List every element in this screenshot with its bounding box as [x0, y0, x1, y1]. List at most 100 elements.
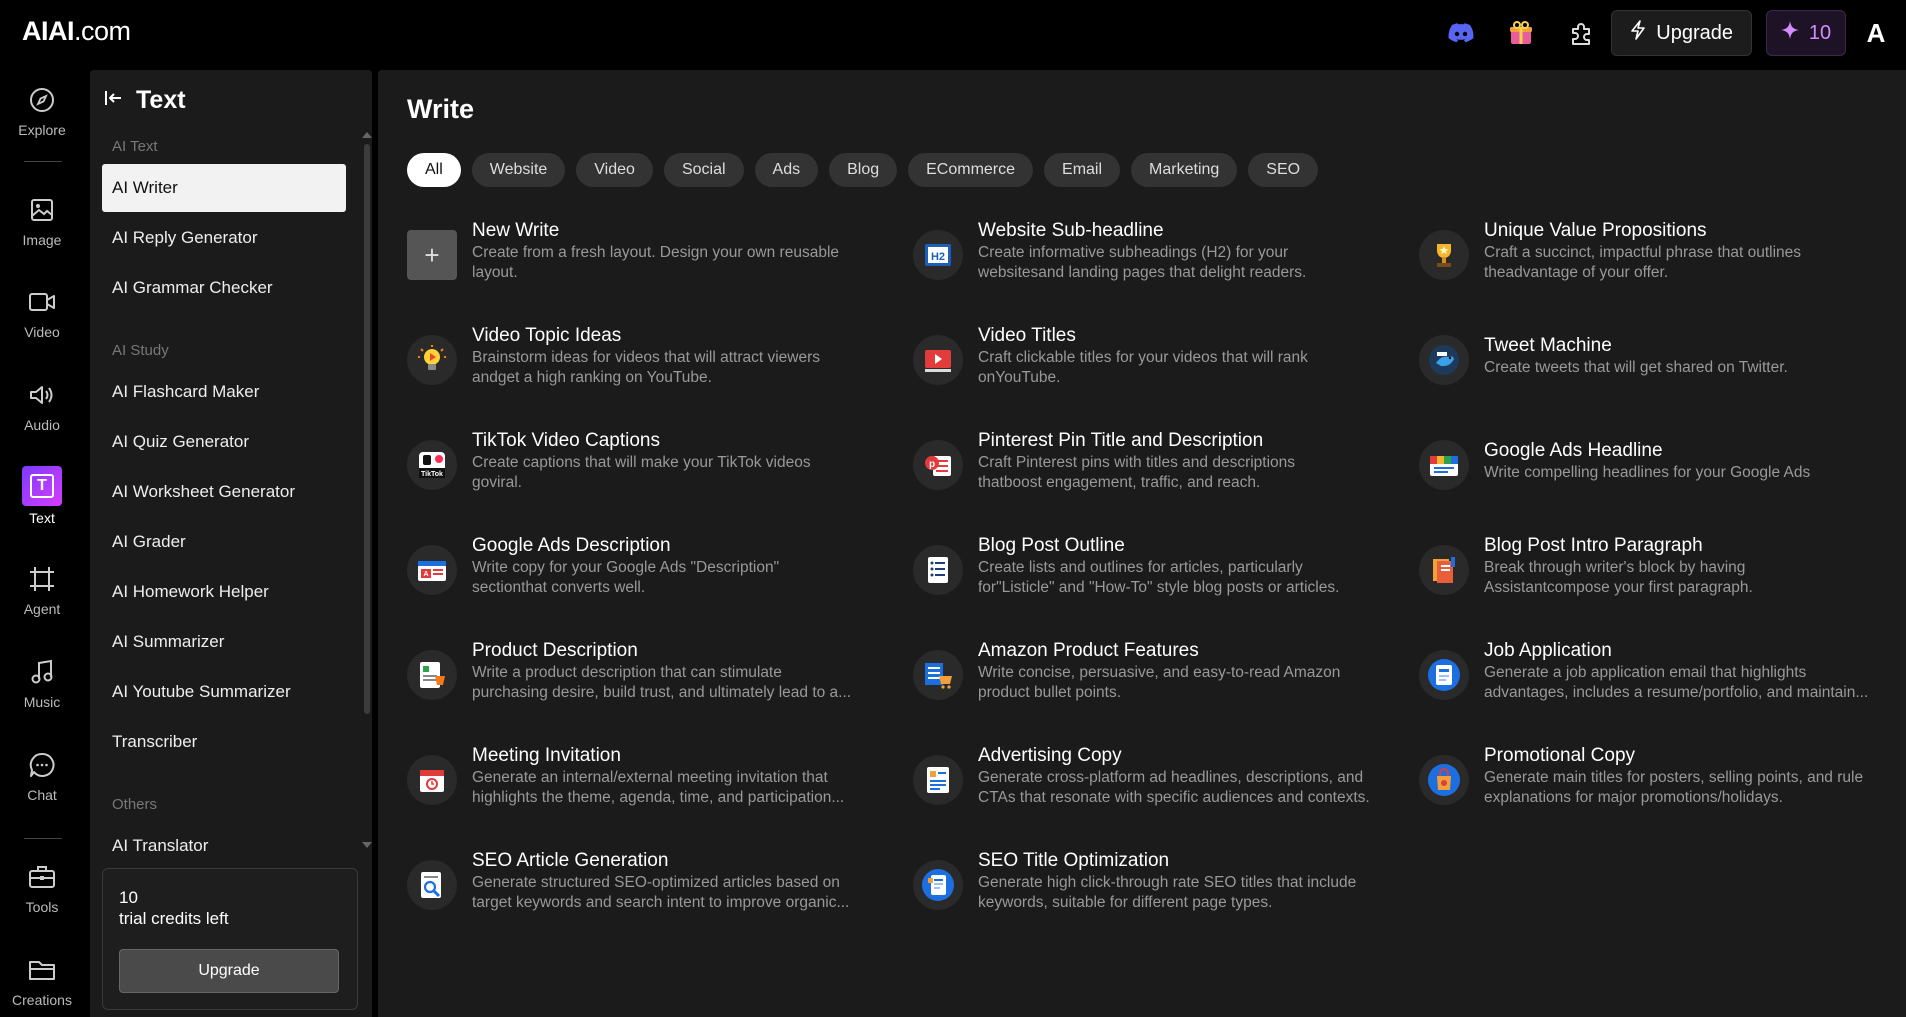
chip-all[interactable]: All	[407, 153, 461, 187]
template-card[interactable]: SEO Title Optimization Generate high cli…	[913, 850, 1413, 940]
template-card[interactable]: Blog Post Intro Paragraph Break through …	[1419, 535, 1906, 625]
svg-text:A: A	[423, 571, 428, 578]
template-card[interactable]: + New Write Create from a fresh layout. …	[407, 220, 907, 310]
scroll-down-arrow-icon[interactable]	[362, 842, 372, 848]
gift-icon[interactable]	[1491, 9, 1551, 57]
template-card[interactable]: Promotional Copy Generate main titles fo…	[1419, 745, 1906, 835]
card-description: goviral.	[472, 474, 522, 491]
rail-item-tools[interactable]: Tools	[0, 861, 84, 915]
chip-ecommerce[interactable]: ECommerce	[908, 153, 1034, 187]
panel-item-ai-flashcard-maker[interactable]: AI Flashcard Maker	[102, 368, 346, 416]
chip-seo[interactable]: SEO	[1248, 153, 1319, 187]
discord-icon[interactable]	[1431, 9, 1491, 57]
credits-button[interactable]: 10	[1766, 10, 1846, 56]
scroll-up-arrow-icon[interactable]	[362, 132, 372, 138]
template-card[interactable]: Video Titles Craft clickable titles for …	[913, 325, 1413, 415]
panel-item-ai-translator[interactable]: AI Translator	[102, 822, 346, 870]
chip-social[interactable]: Social	[663, 153, 744, 187]
template-card[interactable]: Product Description Write a product desc…	[407, 640, 907, 730]
avatar-letter: A	[1866, 17, 1886, 48]
trial-credit-text: trial credits left	[119, 909, 229, 928]
template-card[interactable]: Advertising Copy Generate cross-platform…	[913, 745, 1413, 835]
card-description: Create tweets that will get shared on Tw…	[1484, 359, 1788, 376]
rail-item-audio[interactable]: Audio	[0, 379, 84, 433]
template-card[interactable]: Unique Value Propositions Craft a succin…	[1419, 220, 1906, 310]
rail-item-video[interactable]: Video	[0, 286, 84, 340]
card-title: Google Ads Description	[472, 535, 671, 556]
card-title: Promotional Copy	[1484, 745, 1636, 766]
panel-item-ai-worksheet-generator[interactable]: AI Worksheet Generator	[102, 468, 346, 516]
template-card[interactable]: p Pinterest Pin Title and Description Cr…	[913, 430, 1413, 520]
panel-item-ai-youtube-summarizer[interactable]: AI Youtube Summarizer	[102, 668, 346, 716]
rail-item-explore[interactable]: Explore	[0, 84, 84, 138]
avatar[interactable]: A	[1846, 18, 1906, 49]
chip-video[interactable]: Video	[576, 153, 653, 187]
seo-doc-icon	[913, 860, 963, 910]
rail-item-agent[interactable]: Agent	[0, 563, 84, 617]
svg-text:p: p	[929, 459, 935, 470]
card-description: Create captions that will make your TikT…	[472, 454, 811, 471]
card-title: SEO Article Generation	[472, 850, 669, 871]
rail-item-image[interactable]: Image	[0, 194, 84, 248]
panel-upgrade-button[interactable]: Upgrade	[119, 949, 339, 993]
panel-item-transcriber[interactable]: Transcriber	[102, 718, 346, 766]
video-player-icon	[913, 335, 963, 385]
template-card[interactable]: A Google Ads Description Write copy for …	[407, 535, 907, 625]
template-card[interactable]: Meeting Invitation Generate an internal/…	[407, 745, 907, 835]
logo-suffix: .com	[74, 16, 131, 46]
chip-email[interactable]: Email	[1044, 153, 1121, 187]
chip-marketing[interactable]: Marketing	[1131, 153, 1238, 187]
chip-website[interactable]: Website	[471, 153, 566, 187]
trophy-icon	[1419, 230, 1469, 280]
panel-scrollbar[interactable]	[364, 144, 370, 714]
template-card[interactable]: Blog Post Outline Create lists and outli…	[913, 535, 1413, 625]
card-title: New Write	[472, 220, 560, 241]
collapse-panel-icon[interactable]	[104, 88, 124, 113]
template-card[interactable]: Tweet Machine Create tweets that will ge…	[1419, 325, 1906, 415]
rail-item-creations[interactable]: Creations	[0, 954, 84, 1008]
site-logo[interactable]: AIAI.com	[22, 16, 131, 47]
card-description: sectionthat converts well.	[472, 579, 646, 596]
card-title: TikTok Video Captions	[472, 430, 660, 451]
template-card[interactable]: SEO Article Generation Generate structur…	[407, 850, 907, 940]
card-description: layout.	[472, 264, 518, 281]
puzzle-icon[interactable]	[1551, 9, 1611, 57]
ads-headline-icon	[1419, 440, 1469, 490]
rail-label: Explore	[18, 122, 66, 138]
template-card[interactable]: H2 Website Sub-headline Create informati…	[913, 220, 1413, 310]
template-card[interactable]: Job Application Generate a job applicati…	[1419, 640, 1906, 730]
template-card[interactable]: Google Ads Headline Write compelling hea…	[1419, 430, 1906, 520]
card-description: purchasing desire, build trust, and ulti…	[472, 684, 852, 701]
card-description: highlights the theme, agenda, time, and …	[472, 789, 845, 806]
card-title: Video Topic Ideas	[472, 325, 622, 346]
rail-divider	[24, 838, 62, 839]
card-title: Blog Post Outline	[978, 535, 1125, 556]
trial-credit-count: 10	[119, 888, 138, 907]
plus-icon: +	[407, 230, 457, 280]
template-card[interactable]: Video Topic Ideas Brainstorm ideas for v…	[407, 325, 907, 415]
panel-item-ai-grammar-checker[interactable]: AI Grammar Checker	[102, 264, 346, 312]
template-card[interactable]: TikTok TikTok Video Captions Create capt…	[407, 430, 907, 520]
section-label-ai-study: AI Study	[112, 342, 169, 359]
panel-item-ai-reply-generator[interactable]: AI Reply Generator	[102, 214, 346, 262]
main-content: Write All Website Video Social Ads Blog …	[378, 70, 1906, 1017]
panel-item-ai-summarizer[interactable]: AI Summarizer	[102, 618, 346, 666]
rail-item-text[interactable]: T Text	[0, 466, 84, 526]
rail-item-music[interactable]: Music	[0, 656, 84, 710]
template-card[interactable]: Amazon Product Features Write concise, p…	[913, 640, 1413, 730]
chip-blog[interactable]: Blog	[829, 153, 898, 187]
chip-ads[interactable]: Ads	[754, 153, 819, 187]
ad-copy-icon	[913, 755, 963, 805]
card-description: Write a product description that can sti…	[472, 664, 782, 681]
panel-item-ai-quiz-generator[interactable]: AI Quiz Generator	[102, 418, 346, 466]
panel-item-ai-writer[interactable]: AI Writer	[102, 164, 346, 212]
image-icon	[26, 194, 58, 226]
panel-item-ai-homework-helper[interactable]: AI Homework Helper	[102, 568, 346, 616]
panel-item-ai-grader[interactable]: AI Grader	[102, 518, 346, 566]
outline-list-icon	[913, 545, 963, 595]
card-description: theadvantage of your offer.	[1484, 264, 1669, 281]
tiktok-icon: TikTok	[407, 440, 457, 490]
card-description: Create from a fresh layout. Design your …	[472, 244, 840, 261]
upgrade-button[interactable]: Upgrade	[1611, 10, 1752, 56]
rail-item-chat[interactable]: Chat	[0, 749, 84, 803]
